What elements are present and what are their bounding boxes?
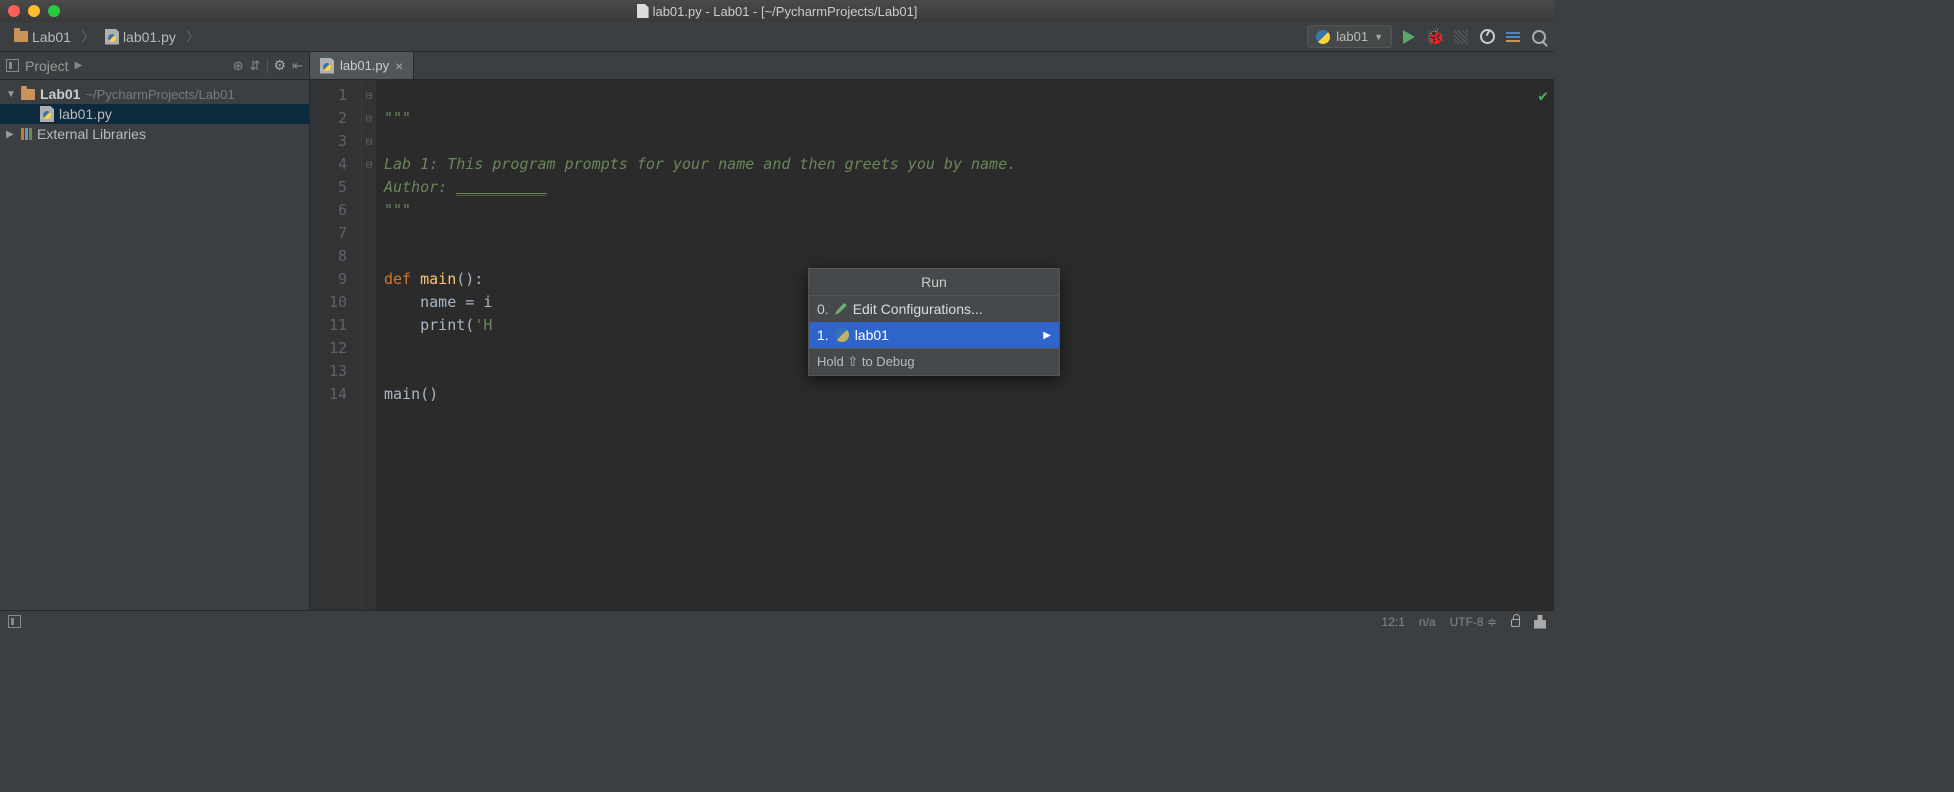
update-button[interactable] [1478, 28, 1496, 46]
search-button[interactable] [1530, 28, 1548, 46]
window-zoom-icon[interactable] [48, 5, 60, 17]
code-line: __________ [456, 178, 546, 196]
python-file-icon [320, 58, 334, 74]
grid-icon [1454, 30, 1468, 44]
line-sep[interactable]: n/a [1419, 615, 1436, 629]
play-icon [1403, 30, 1415, 44]
code-editor[interactable]: 1234567891011121314 ⊟⊟⊟⊟ """ Lab 1: This… [310, 80, 1554, 610]
divider [267, 59, 268, 73]
search-icon [1532, 30, 1546, 44]
code-fn: main [420, 270, 456, 288]
window-minimize-icon[interactable] [28, 5, 40, 17]
python-icon [1316, 30, 1330, 44]
external-libs-label: External Libraries [37, 126, 146, 142]
editor-tab[interactable]: lab01.py × [310, 52, 414, 79]
breadcrumb-file[interactable]: lab01.py [97, 27, 184, 47]
lock-icon[interactable] [1511, 619, 1520, 627]
popup-item-label: lab01 [855, 327, 889, 343]
sidebar-title: Project [25, 58, 69, 74]
window-close-icon[interactable] [8, 5, 20, 17]
cursor-position[interactable]: 12:1 [1382, 615, 1405, 629]
chevron-down-icon: ▼ [1374, 32, 1383, 42]
run-config-dropdown[interactable]: lab01 ▼ [1307, 25, 1392, 48]
close-icon[interactable]: × [395, 58, 403, 74]
code-keyword: def [384, 270, 420, 288]
tab-label: lab01.py [340, 58, 389, 73]
python-icon [835, 328, 849, 342]
tree-file[interactable]: lab01.py [0, 104, 309, 124]
hector-icon[interactable] [1534, 615, 1546, 629]
breadcrumb-project[interactable]: Lab01 [6, 27, 79, 47]
status-bar: 12:1 n/a UTF-8 ≑ [0, 610, 1554, 632]
code-text: 'H [474, 316, 492, 334]
chevron-right-icon: 〉 [81, 27, 95, 47]
pencil-icon [835, 303, 847, 315]
popup-title: Run [809, 269, 1059, 296]
hide-icon[interactable]: ⇤ [292, 58, 303, 74]
structure-button[interactable] [1504, 28, 1522, 46]
target-icon[interactable]: ⊕ [233, 58, 244, 74]
run-button[interactable] [1400, 28, 1418, 46]
editor-tabs: lab01.py × [310, 52, 1554, 80]
code-line: Lab 1: This program prompts for your nam… [384, 155, 1016, 173]
chevron-right-icon: ▶ [1043, 330, 1051, 341]
fold-gutter: ⊟⊟⊟⊟ [362, 80, 376, 610]
popup-num: 1. [817, 327, 829, 343]
popup-num: 0. [817, 301, 829, 317]
debug-button[interactable]: 🐞 [1426, 28, 1444, 46]
popup-hint: Hold ⇧ to Debug [809, 348, 1059, 375]
tree-root[interactable]: ▼ Lab01 ~/PycharmProjects/Lab01 [0, 84, 309, 104]
python-file-icon [105, 29, 119, 45]
folder-icon [21, 89, 35, 100]
collapse-icon[interactable]: ⇵ [250, 58, 261, 74]
check-icon: ✔ [1538, 86, 1548, 105]
breadcrumb-project-label: Lab01 [32, 29, 71, 45]
project-view-icon[interactable] [6, 59, 19, 72]
chevron-right-icon: ▶ [6, 129, 16, 140]
project-root-label: Lab01 [40, 86, 80, 102]
code-text: (): [456, 270, 483, 288]
code-line: name = i [384, 293, 492, 311]
code-line: """ [384, 201, 411, 219]
python-file-icon [40, 106, 54, 122]
lines-icon [1506, 32, 1520, 42]
tree-file-label: lab01.py [59, 106, 112, 122]
encoding-arrow: ≑ [1487, 615, 1497, 629]
navigation-bar: Lab01 〉 lab01.py 〉 lab01 ▼ 🐞 [0, 22, 1554, 52]
code-line: main() [384, 385, 438, 403]
file-icon [637, 4, 649, 18]
chevron-down-icon: ▼ [6, 89, 16, 100]
popup-item-label: Edit Configurations... [853, 301, 983, 317]
project-root-path: ~/PycharmProjects/Lab01 [85, 87, 234, 102]
popup-edit-configs[interactable]: 0. Edit Configurations... [809, 296, 1059, 322]
code-text: print [420, 316, 465, 334]
run-popup: Run 0. Edit Configurations... 1. lab01 ▶… [808, 268, 1060, 376]
gear-icon[interactable]: ⚙ [274, 57, 287, 74]
code-text [384, 316, 420, 334]
chevron-right-icon: 〉 [186, 27, 200, 47]
encoding[interactable]: UTF-8 [1450, 615, 1484, 629]
tool-window-icon[interactable] [8, 615, 21, 628]
chevron-right-icon[interactable]: ▶ [75, 60, 83, 71]
popup-run-lab01[interactable]: 1. lab01 ▶ [809, 322, 1059, 348]
code-line: Author: [384, 178, 456, 196]
folder-icon [14, 31, 28, 42]
project-tool-window: Project ▶ ⊕ ⇵ ⚙ ⇤ ▼ Lab01 ~/PycharmProje… [0, 52, 310, 610]
titlebar: lab01.py - Lab01 - [~/PycharmProjects/La… [0, 0, 1554, 22]
breadcrumb: Lab01 〉 lab01.py 〉 [6, 27, 200, 47]
code-line: """ [384, 109, 411, 127]
coverage-button[interactable] [1452, 28, 1470, 46]
window-title: lab01.py - Lab01 - [~/PycharmProjects/La… [653, 4, 918, 19]
tree-external-libs[interactable]: ▶ External Libraries [0, 124, 309, 144]
breadcrumb-file-label: lab01.py [123, 29, 176, 45]
popup-hint-text: Hold ⇧ to Debug [817, 354, 915, 370]
run-config-label: lab01 [1336, 29, 1368, 44]
clock-icon [1480, 29, 1495, 44]
library-icon [21, 128, 32, 140]
code-text: ( [465, 316, 474, 334]
line-gutter: 1234567891011121314 [310, 80, 362, 610]
